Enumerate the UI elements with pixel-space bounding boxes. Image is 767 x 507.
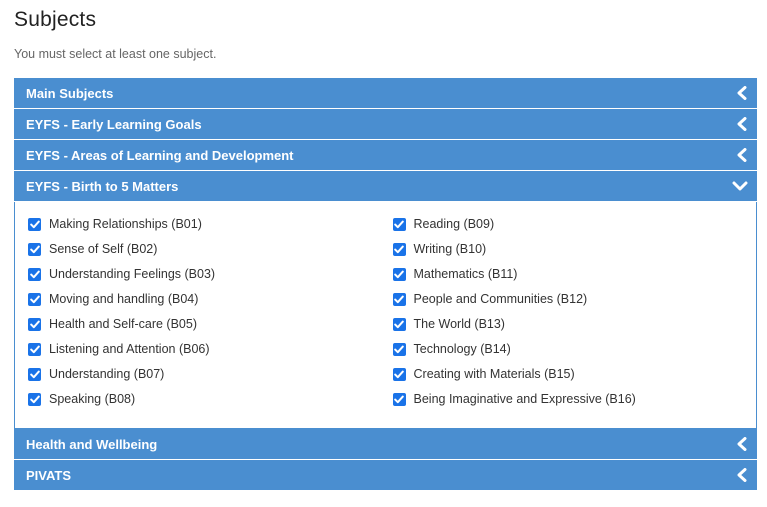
subject-label: Reading (B09) [413,217,495,231]
panel-title: Health and Wellbeing [26,436,158,452]
subject-checkbox-item[interactable]: Technology (B14) [392,342,757,368]
subject-label: Sense of Self (B02) [49,242,158,256]
checkbox[interactable] [28,268,41,281]
subject-checkbox-item[interactable]: Listening and Attention (B06) [27,342,392,368]
checkmark-icon [394,345,404,354]
checkbox[interactable] [28,243,41,256]
panel-body-eyfs-birth-to-5-matters: Making Relationships (B01) Sense of Self … [14,202,757,429]
subject-label: Health and Self-care (B05) [49,317,197,331]
checkbox[interactable] [28,293,41,306]
panel-title: Main Subjects [26,85,114,101]
subject-checkbox-item[interactable]: Writing (B10) [392,242,757,268]
chevron-left-icon [737,117,747,131]
checkmark-icon [29,245,40,254]
chevron-left-icon [737,86,747,100]
checkbox[interactable] [28,368,41,381]
chevron-left-icon [737,468,747,482]
subject-checkbox-item[interactable]: Making Relationships (B01) [27,217,392,243]
subject-label: Mathematics (B11) [413,267,518,281]
panel-title: EYFS - Birth to 5 Matters [26,178,179,194]
checkmark-icon [394,270,404,279]
panel-title: PIVATS [26,467,72,483]
checkmark-icon [394,370,404,379]
subject-label: Being Imaginative and Expressive (B16) [413,392,636,406]
checkbox[interactable] [392,293,406,306]
panel-header-pivats[interactable]: PIVATS [14,460,757,491]
checkmark-icon [29,370,40,379]
chevron-left-icon [737,437,747,451]
subject-label: People and Communities (B12) [413,292,588,306]
checkmark-icon [29,295,40,304]
checkbox[interactable] [392,343,406,356]
checkmark-icon [394,320,404,329]
subject-checkbox-item[interactable]: Mathematics (B11) [392,267,757,293]
subject-checkbox-item[interactable]: Sense of Self (B02) [27,242,392,268]
subject-checkbox-item[interactable]: Understanding (B07) [27,367,392,393]
subject-checkbox-item[interactable]: Reading (B09) [392,217,757,243]
subject-label: Moving and handling (B04) [49,292,199,306]
subject-checkbox-item[interactable]: Speaking (B08) [27,392,392,418]
checkmark-icon [394,220,404,229]
subject-label: Speaking (B08) [49,392,136,406]
checkmark-icon [29,345,40,354]
panel-header-eyfs-areas-of-learning[interactable]: EYFS - Areas of Learning and Development [14,140,757,171]
checkbox[interactable] [392,268,406,281]
subject-label: Understanding (B07) [49,367,165,381]
checkmark-icon [394,395,404,404]
panel-header-eyfs-birth-to-5-matters[interactable]: EYFS - Birth to 5 Matters [14,171,757,202]
page-title: Subjects [14,8,97,31]
panel-header-health-and-wellbeing[interactable]: Health and Wellbeing [14,429,757,460]
subject-label: Listening and Attention (B06) [49,342,210,356]
subject-label: Making Relationships (B01) [49,217,202,231]
chevron-left-icon [737,148,747,162]
checkbox[interactable] [392,318,406,331]
selection-hint: You must select at least one subject. [14,47,217,61]
checkbox[interactable] [28,218,41,231]
subject-checkbox-item[interactable]: Understanding Feelings (B03) [27,267,392,293]
checkbox-column-left: Making Relationships (B01) Sense of Self … [27,217,392,428]
checkbox[interactable] [28,393,41,406]
subject-checkbox-item[interactable]: Moving and handling (B04) [27,292,392,318]
subject-checkbox-item[interactable]: Creating with Materials (B15) [392,367,757,393]
checkbox[interactable] [28,318,41,331]
checkmark-icon [394,245,404,254]
panel-header-eyfs-early-learning-goals[interactable]: EYFS - Early Learning Goals [14,109,757,140]
chevron-down-icon [732,181,748,191]
checkbox[interactable] [28,343,41,356]
checkmark-icon [29,395,40,404]
checkmark-icon [29,320,40,329]
checkbox[interactable] [392,368,406,381]
subject-checkbox-item[interactable]: Health and Self-care (B05) [27,317,392,343]
subject-checkbox-item[interactable]: People and Communities (B12) [392,292,757,318]
subject-label: Understanding Feelings (B03) [49,267,216,281]
subject-checkbox-item[interactable]: Being Imaginative and Expressive (B16) [392,392,757,418]
checkbox[interactable] [392,218,406,231]
subject-label: Writing (B10) [413,242,487,256]
checkbox-column-right: Reading (B09) Writing (B10) Mathematics (B… [392,217,757,428]
panel-title: EYFS - Early Learning Goals [26,116,202,132]
checkmark-icon [29,270,40,279]
checkbox[interactable] [392,393,406,406]
panel-title: EYFS - Areas of Learning and Development [26,147,294,163]
subject-label: Creating with Materials (B15) [413,367,575,381]
subject-label: Technology (B14) [413,342,511,356]
checkbox[interactable] [392,243,406,256]
subject-checkbox-item[interactable]: The World (B13) [392,317,757,343]
subject-label: The World (B13) [413,317,505,331]
subjects-accordion: Main Subjects EYFS - Early Learning Goal… [14,78,757,491]
checkmark-icon [394,295,404,304]
checkmark-icon [29,220,40,229]
panel-header-main-subjects[interactable]: Main Subjects [14,78,757,109]
